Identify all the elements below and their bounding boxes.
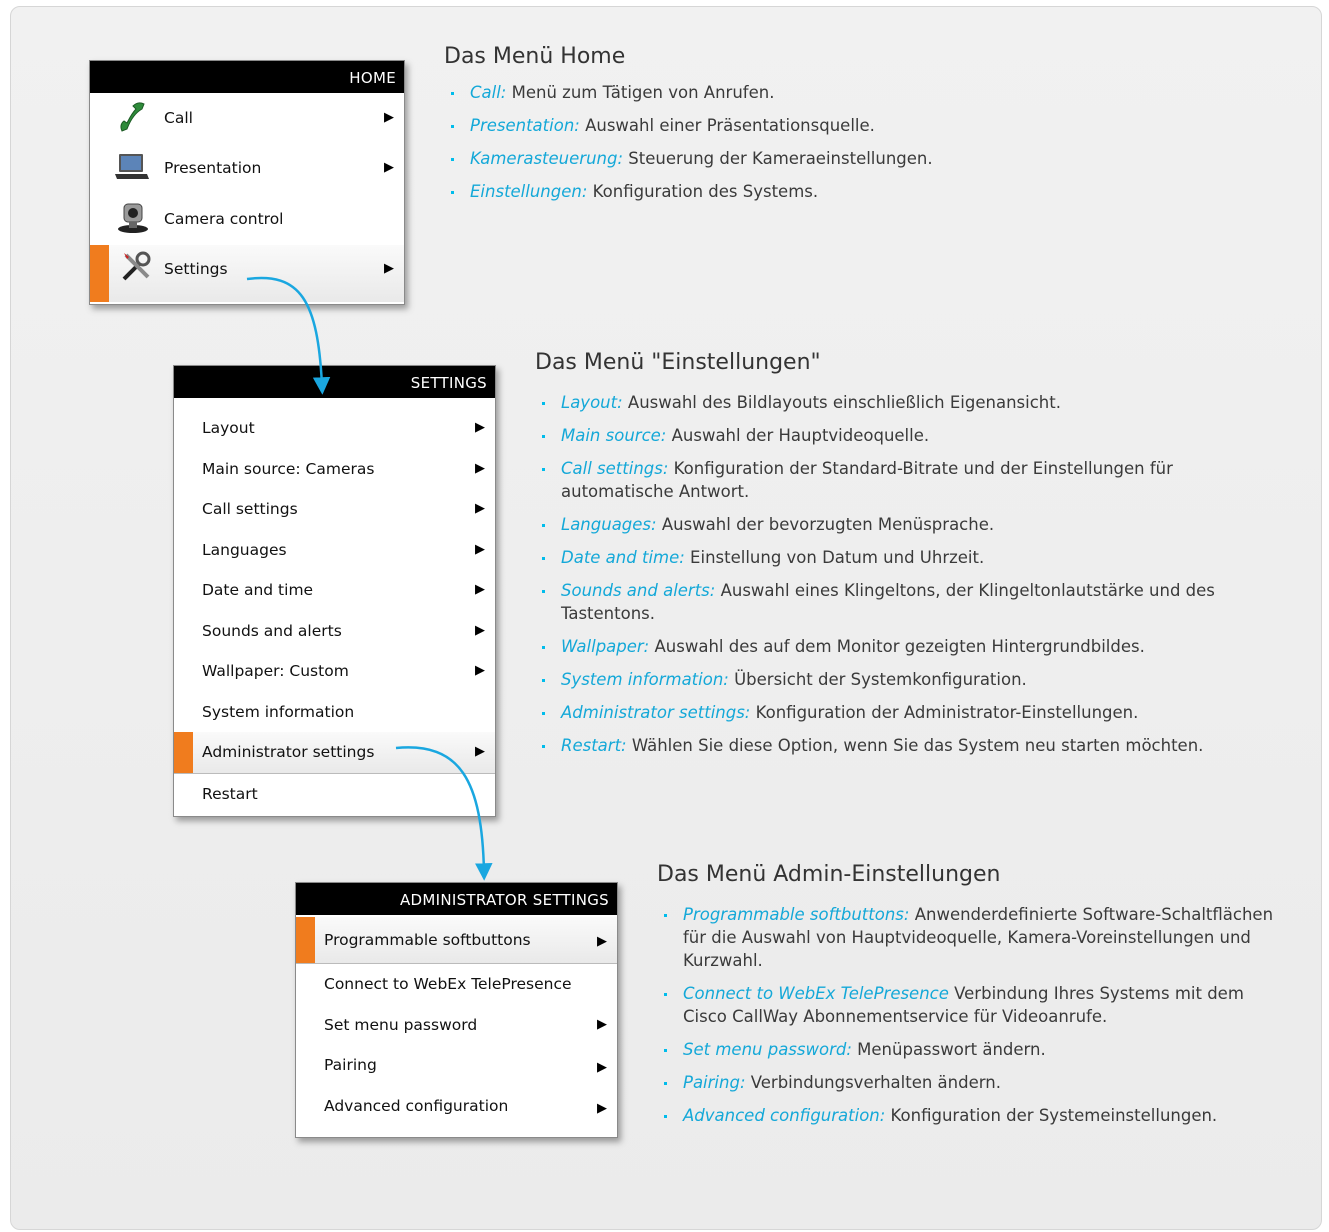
term: Presentation: bbox=[470, 116, 580, 135]
term: Call settings: bbox=[561, 459, 669, 478]
list-item: Advanced configuration: Konfiguration de… bbox=[657, 1104, 1289, 1127]
description-text: Wählen Sie diese Option, wenn Sie das Sy… bbox=[626, 736, 1204, 755]
connector-arrow-home-to-settings bbox=[246, 276, 331, 395]
list-item: Presentation: Auswahl einer Präsentation… bbox=[444, 114, 1304, 137]
home-description: Das Menü Home Call: Menü zum Tätigen von… bbox=[444, 44, 1304, 213]
settings-description-title: Das Menü "Einstellungen" bbox=[535, 350, 821, 375]
admin-description-title: Das Menü Admin-Einstellungen bbox=[657, 862, 1001, 887]
term: Administrator settings: bbox=[561, 703, 751, 722]
list-item: Layout: Auswahl des Bildlayouts einschli… bbox=[535, 391, 1287, 414]
description-text: Konfiguration des Systems. bbox=[587, 182, 819, 201]
term: System information: bbox=[561, 670, 729, 689]
list-item: Connect to WebEx TelePresence Verbindung… bbox=[657, 982, 1289, 1028]
list-item: Main source: Auswahl der Hauptvideoquell… bbox=[535, 424, 1287, 447]
description-text: Auswahl des Bildlayouts einschließlich E… bbox=[622, 393, 1061, 412]
connector-arrow-settings-to-admin bbox=[395, 746, 493, 881]
list-item: System information: Übersicht der System… bbox=[535, 668, 1287, 691]
term: Advanced configuration: bbox=[683, 1106, 886, 1125]
settings-description: Das Menü "Einstellungen" Layout: Auswahl… bbox=[535, 350, 1287, 767]
list-item: Administrator settings: Konfiguration de… bbox=[535, 701, 1287, 724]
list-item: Wallpaper: Auswahl des auf dem Monitor g… bbox=[535, 635, 1287, 658]
description-text: Auswahl einer Präsentationsquelle. bbox=[579, 116, 875, 135]
description-text: Konfiguration der Administrator-Einstell… bbox=[750, 703, 1139, 722]
term: Pairing: bbox=[683, 1073, 746, 1092]
term: Main source: bbox=[561, 426, 667, 445]
term: Date and time: bbox=[561, 548, 685, 567]
admin-description: Das Menü Admin-Einstellungen Programmabl… bbox=[657, 862, 1289, 1137]
description-text: Einstellung von Datum und Uhrzeit. bbox=[684, 548, 985, 567]
term: Sounds and alerts: bbox=[561, 581, 716, 600]
home-description-title: Das Menü Home bbox=[444, 44, 626, 69]
description-text: Steuerung der Kameraeinstellungen. bbox=[623, 149, 933, 168]
list-item: Einstellungen: Konfiguration des Systems… bbox=[444, 180, 1304, 203]
list-item: Restart: Wählen Sie diese Option, wenn S… bbox=[535, 734, 1287, 757]
list-item: Kamerasteuerung: Steuerung der Kameraein… bbox=[444, 147, 1304, 170]
list-item: Sounds and alerts: Auswahl eines Klingel… bbox=[535, 579, 1287, 625]
list-item: Languages: Auswahl der bevorzugten Menüs… bbox=[535, 513, 1287, 536]
description-text: Übersicht der Systemkonfiguration. bbox=[728, 670, 1027, 689]
description-text: Auswahl der bevorzugten Menüsprache. bbox=[656, 515, 995, 534]
list-item: Call settings: Konfiguration der Standar… bbox=[535, 457, 1287, 503]
description-text: Menü zum Tätigen von Anrufen. bbox=[506, 83, 775, 102]
term: Call: bbox=[470, 83, 507, 102]
description-text: Verbindungsverhalten ändern. bbox=[745, 1073, 1001, 1092]
description-text: Auswahl des auf dem Monitor gezeigten Hi… bbox=[649, 637, 1145, 656]
term: Layout: bbox=[561, 393, 623, 412]
term: Languages: bbox=[561, 515, 657, 534]
term: Wallpaper: bbox=[561, 637, 650, 656]
list-item: Call: Menü zum Tätigen von Anrufen. bbox=[444, 81, 1304, 104]
description-text: Auswahl der Hauptvideoquelle. bbox=[666, 426, 930, 445]
term: Einstellungen: bbox=[470, 182, 588, 201]
term: Programmable softbuttons: bbox=[683, 905, 910, 924]
term: Kamerasteuerung: bbox=[470, 149, 624, 168]
term: Restart: bbox=[561, 736, 627, 755]
list-item: Set menu password: Menüpasswort ändern. bbox=[657, 1038, 1289, 1061]
term: Connect to WebEx TelePresence bbox=[683, 984, 949, 1003]
list-item: Date and time: Einstellung von Datum und… bbox=[535, 546, 1287, 569]
description-text: Menüpasswort ändern. bbox=[851, 1040, 1046, 1059]
term: Set menu password: bbox=[683, 1040, 852, 1059]
list-item: Programmable softbuttons: Anwenderdefini… bbox=[657, 903, 1289, 972]
description-text: Konfiguration der Systemeinstellungen. bbox=[885, 1106, 1218, 1125]
list-item: Pairing: Verbindungsverhalten ändern. bbox=[657, 1071, 1289, 1094]
